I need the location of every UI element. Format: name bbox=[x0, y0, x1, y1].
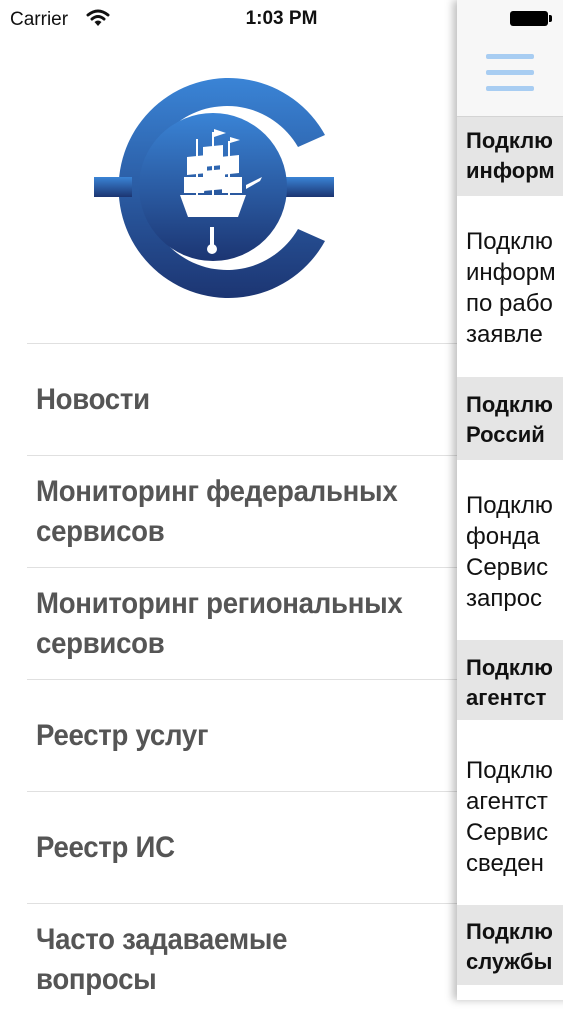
section-body[interactable]: Подклю агентст Сервис сведен bbox=[457, 755, 563, 879]
section-body-line: Подклю bbox=[466, 228, 553, 255]
status-bar: Carrier 1:03 PM bbox=[0, 0, 563, 40]
section-body-line: Подклю bbox=[466, 757, 553, 784]
section-header-line: Подклю bbox=[466, 128, 553, 153]
section-header-line: Подклю bbox=[466, 392, 553, 417]
menu-item-label: Реестр ИС bbox=[36, 828, 423, 868]
menu-item-line2: вопросы bbox=[36, 962, 157, 996]
logo-ship-emblem bbox=[94, 78, 334, 299]
menu-item-line1: Реестр услуг bbox=[36, 718, 209, 752]
section-body[interactable]: Подклю фонда Сервис запрос bbox=[457, 490, 563, 614]
menu-item-services-registry[interactable]: Реестр услуг bbox=[27, 679, 457, 791]
menu-item-line1: Мониторинг федеральных bbox=[36, 474, 398, 508]
section-body-line: Подклю bbox=[466, 492, 553, 519]
section-body-line: сведен bbox=[466, 850, 544, 877]
section-header-line: Подклю bbox=[466, 919, 553, 944]
menu-item-label: Мониторинг региональных сервисов bbox=[36, 584, 423, 664]
side-menu: Новости Мониторинг федеральных сервисов … bbox=[0, 0, 457, 1000]
section-header-line: информ bbox=[466, 158, 555, 183]
section-body-line: по рабо bbox=[466, 290, 553, 317]
clock: 1:03 PM bbox=[245, 8, 318, 29]
section-header-line: агентст bbox=[466, 685, 547, 710]
section-header-line: Подклю bbox=[466, 655, 553, 680]
menu-item-federal-monitoring[interactable]: Мониторинг федеральных сервисов bbox=[27, 455, 457, 567]
section-header-line: Россий bbox=[466, 422, 545, 447]
menu-item-label: Реестр услуг bbox=[36, 716, 423, 756]
section-header-line: службы bbox=[466, 949, 553, 974]
section-header[interactable]: Подклю информ bbox=[457, 117, 563, 196]
menu-item-faq[interactable]: Часто задаваемые вопросы bbox=[27, 903, 457, 1015]
menu-item-line1: Мониторинг региональных bbox=[36, 586, 403, 620]
menu-item-line1: Новости bbox=[36, 382, 150, 416]
menu-list: Новости Мониторинг федеральных сервисов … bbox=[27, 343, 457, 1015]
section-body-line: фонда bbox=[466, 523, 540, 550]
menu-item-is-registry[interactable]: Реестр ИС bbox=[27, 791, 457, 903]
section-header[interactable]: Подклю службы bbox=[457, 905, 563, 985]
section-body-line: Сервис bbox=[466, 554, 549, 581]
menu-item-label: Часто задаваемые вопросы bbox=[36, 920, 423, 1000]
menu-item-label: Мониторинг федеральных сервисов bbox=[36, 472, 423, 552]
section-body-line: агентст bbox=[466, 788, 548, 815]
battery-tip bbox=[549, 15, 552, 22]
section-body-line: информ bbox=[466, 259, 556, 286]
menu-item-news[interactable]: Новости bbox=[27, 343, 457, 455]
section-body-line: Сервис bbox=[466, 819, 549, 846]
section-body-line: заявле bbox=[466, 321, 543, 348]
section-body[interactable]: Подклю информ по рабо заявле bbox=[457, 226, 563, 350]
menu-item-label: Новости bbox=[36, 380, 423, 420]
battery-icon bbox=[510, 11, 548, 26]
hamburger-menu-icon[interactable] bbox=[486, 54, 534, 92]
section-header[interactable]: Подклю Россий bbox=[457, 377, 563, 460]
menu-item-line1: Часто задаваемые bbox=[36, 922, 288, 956]
menu-item-line2: сервисов bbox=[36, 626, 165, 660]
menu-item-regional-monitoring[interactable]: Мониторинг региональных сервисов bbox=[27, 567, 457, 679]
menu-item-line1: Реестр ИС bbox=[36, 830, 175, 864]
section-body-line: запрос bbox=[466, 585, 543, 612]
content-panel[interactable]: Подклю информ Подклю информ по рабо заяв… bbox=[457, 0, 563, 1000]
section-header[interactable]: Подклю агентст bbox=[457, 640, 563, 720]
menu-item-line2: сервисов bbox=[36, 514, 165, 548]
